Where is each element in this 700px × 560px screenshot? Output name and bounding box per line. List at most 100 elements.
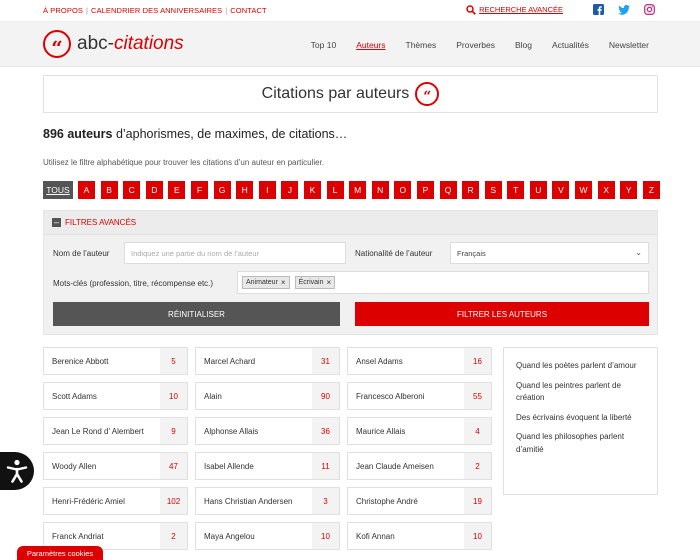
letter-s[interactable]: S	[484, 181, 502, 199]
author-name[interactable]: Francesco Alberoni	[348, 383, 464, 409]
author-name-input[interactable]: Indiquez une partie du nom de l’auteur	[124, 242, 346, 264]
author-name[interactable]: Christophe André	[348, 488, 464, 514]
letter-u[interactable]: U	[529, 181, 547, 199]
filter-authors-button[interactable]: FILTRER LES AUTEURS	[355, 302, 649, 326]
remove-tag-icon[interactable]: ×	[326, 278, 331, 287]
letter-w[interactable]: W	[575, 181, 593, 199]
letter-e[interactable]: E	[168, 181, 186, 199]
author-name[interactable]: Scott Adams	[44, 383, 160, 409]
nav-themes[interactable]: Thèmes	[406, 40, 437, 50]
letter-h[interactable]: H	[236, 181, 254, 199]
nationality-select[interactable]: Français ⌄	[450, 242, 649, 264]
cookie-settings-button[interactable]: Paramètres cookies	[17, 546, 103, 560]
accessibility-icon	[6, 459, 28, 483]
author-card[interactable]: Berenice Abbott 5	[43, 347, 188, 375]
author-name[interactable]: Marcel Achard	[196, 348, 312, 374]
site-logo[interactable]: “ abc-citations	[43, 30, 184, 58]
nav-newsletter[interactable]: Newsletter	[609, 40, 649, 50]
tag-label: Animateur	[246, 279, 278, 286]
link-contact[interactable]: CONTACT	[230, 6, 266, 15]
keyword-tag[interactable]: Animateur ×	[242, 276, 290, 289]
filters-header[interactable]: – FILTRES AVANCÉS	[44, 211, 657, 235]
article-link[interactable]: Quand les philosophes parlent d’amitié	[516, 431, 645, 456]
author-name[interactable]: Hans Christian Andersen	[196, 488, 312, 514]
nav-news[interactable]: Actualités	[552, 40, 589, 50]
letter-x[interactable]: X	[597, 181, 615, 199]
author-card[interactable]: Maurice Allais 4	[347, 417, 492, 445]
nav-proverbs[interactable]: Proverbes	[456, 40, 495, 50]
author-card[interactable]: Christophe André 19	[347, 487, 492, 515]
author-name-label: Nom de l’auteur	[53, 249, 110, 258]
letter-f[interactable]: F	[190, 181, 208, 199]
author-card[interactable]: Alain 90	[195, 382, 340, 410]
letter-a[interactable]: A	[78, 181, 95, 199]
author-card[interactable]: Ansel Adams 16	[347, 347, 492, 375]
letter-m[interactable]: M	[349, 181, 367, 199]
author-name[interactable]: Berenice Abbott	[44, 348, 160, 374]
keyword-tag[interactable]: Écrivain ×	[294, 276, 336, 289]
letter-p[interactable]: P	[416, 181, 434, 199]
letter-z[interactable]: Z	[642, 181, 660, 199]
twitter-icon[interactable]	[618, 4, 630, 15]
letter-k[interactable]: K	[303, 181, 321, 199]
author-name[interactable]: Ansel Adams	[348, 348, 464, 374]
author-card[interactable]: Francesco Alberoni 55	[347, 382, 492, 410]
author-name[interactable]: Maurice Allais	[348, 418, 464, 444]
quote-logo-icon: “	[43, 30, 71, 58]
author-card[interactable]: Henri-Frédéric Amiel 102	[43, 487, 188, 515]
letter-j[interactable]: J	[281, 181, 299, 199]
advanced-filters-panel: – FILTRES AVANCÉS Nom de l’auteur Indiqu…	[43, 210, 658, 335]
author-card[interactable]: Maya Angelou 10	[195, 522, 340, 550]
author-name[interactable]: Henri-Frédéric Amiel	[44, 488, 160, 514]
keywords-input[interactable]: Animateur × Écrivain ×	[237, 271, 649, 294]
author-card[interactable]: Hans Christian Andersen 3	[195, 487, 340, 515]
author-name[interactable]: Isabel Allende	[196, 453, 312, 479]
nav-top10[interactable]: Top 10	[311, 40, 337, 50]
letter-all[interactable]: TOUS	[43, 181, 73, 199]
author-name[interactable]: Alain	[196, 383, 312, 409]
letter-n[interactable]: N	[371, 181, 389, 199]
letter-r[interactable]: R	[462, 181, 480, 199]
letter-g[interactable]: G	[213, 181, 231, 199]
letter-d[interactable]: D	[145, 181, 163, 199]
letter-t[interactable]: T	[507, 181, 525, 199]
author-card[interactable]: Jean Claude Ameisen 2	[347, 452, 492, 480]
reset-button[interactable]: RÉINITIALISER	[53, 302, 340, 326]
article-link[interactable]: Quand les peintres parlent de création	[516, 380, 645, 405]
nav-blog[interactable]: Blog	[515, 40, 532, 50]
letter-i[interactable]: I	[258, 181, 276, 199]
letter-l[interactable]: L	[326, 181, 344, 199]
author-card[interactable]: Woody Allen 47	[43, 452, 188, 480]
accessibility-button[interactable]	[0, 452, 34, 490]
advanced-search-link[interactable]: RECHERCHE AVANCÉE	[466, 4, 563, 15]
author-name[interactable]: Woody Allen	[44, 453, 160, 479]
nav-authors[interactable]: Auteurs	[356, 40, 385, 50]
top-right: RECHERCHE AVANCÉE	[466, 4, 655, 15]
quote-count: 10	[464, 523, 491, 549]
facebook-icon[interactable]	[593, 4, 604, 15]
letter-c[interactable]: C	[123, 181, 141, 199]
remove-tag-icon[interactable]: ×	[281, 278, 286, 287]
author-card[interactable]: Jean Le Rond d' Alembert 9	[43, 417, 188, 445]
author-card[interactable]: Marcel Achard 31	[195, 347, 340, 375]
letter-b[interactable]: B	[100, 181, 118, 199]
author-name[interactable]: Kofi Annan	[348, 523, 464, 549]
article-link[interactable]: Quand les poètes parlent d’amour	[516, 360, 645, 373]
letter-v[interactable]: V	[552, 181, 570, 199]
link-birthday-calendar[interactable]: CALENDRIER DES ANNIVERSAIRES	[91, 6, 222, 15]
author-card[interactable]: Isabel Allende 11	[195, 452, 340, 480]
author-name[interactable]: Jean Le Rond d' Alembert	[44, 418, 160, 444]
author-name[interactable]: Maya Angelou	[196, 523, 312, 549]
author-name[interactable]: Jean Claude Ameisen	[348, 453, 464, 479]
article-link[interactable]: Des écrivains évoquent la liberté	[516, 412, 645, 425]
author-card[interactable]: Kofi Annan 10	[347, 522, 492, 550]
author-card[interactable]: Alphonse Allais 36	[195, 417, 340, 445]
letter-q[interactable]: Q	[439, 181, 457, 199]
letter-o[interactable]: O	[394, 181, 412, 199]
author-card[interactable]: Scott Adams 10	[43, 382, 188, 410]
link-about[interactable]: À PROPOS	[43, 6, 83, 15]
related-articles: Quand les poètes parlent d’amour Quand l…	[503, 347, 658, 495]
author-name[interactable]: Alphonse Allais	[196, 418, 312, 444]
letter-y[interactable]: Y	[620, 181, 638, 199]
instagram-icon[interactable]	[644, 4, 655, 15]
